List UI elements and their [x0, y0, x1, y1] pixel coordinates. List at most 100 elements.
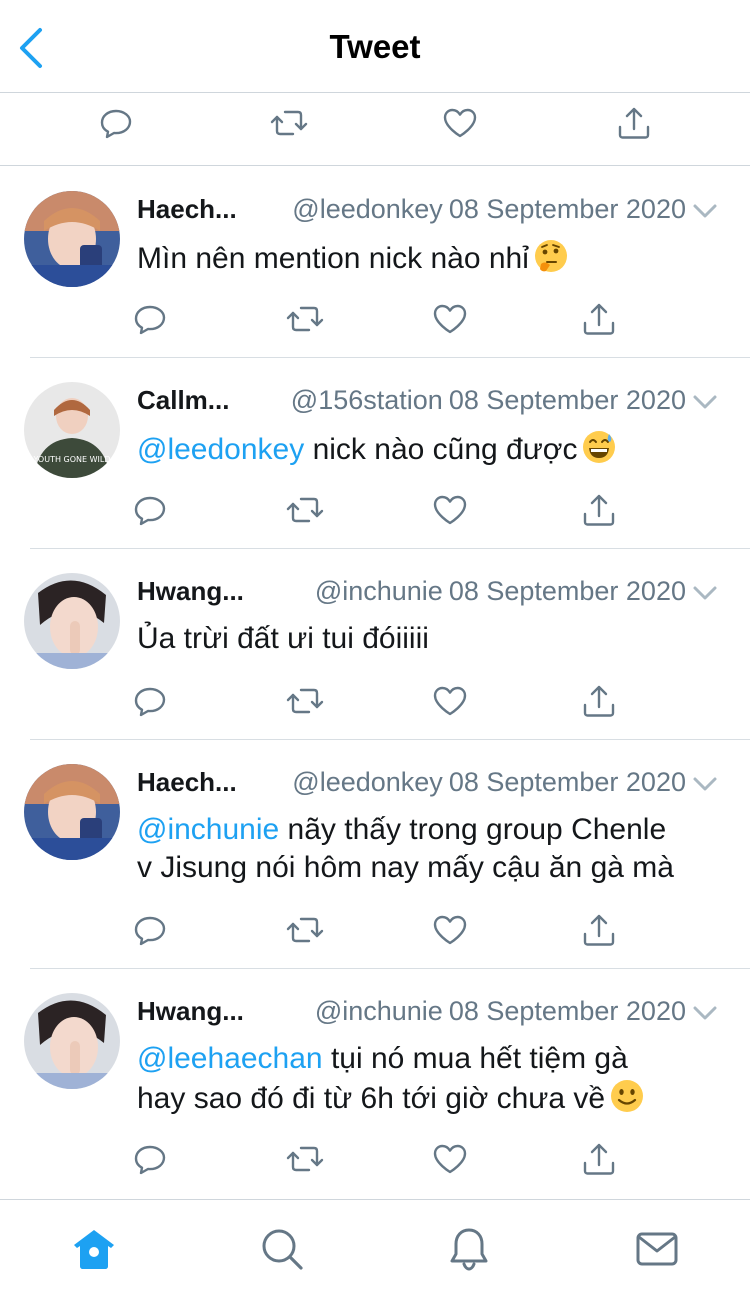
- reply-button[interactable]: [130, 1139, 170, 1179]
- tab-bar: [0, 1199, 750, 1298]
- reply-icon: [134, 687, 166, 717]
- reply-tweet[interactable]: Hwang... @inchunie 08 September 2020 Ủa t…: [0, 548, 750, 740]
- chevron-down-icon[interactable]: [692, 202, 718, 220]
- tweet-meta: @inchunie 08 September 2020: [315, 996, 686, 1027]
- home-icon: [74, 1230, 114, 1269]
- share-button[interactable]: [579, 299, 619, 339]
- tweet-text-line: hay sao đó đi từ 6h tới giờ chưa về: [137, 1082, 606, 1115]
- search-icon: [262, 1229, 303, 1270]
- tweet-date: 08 September 2020: [448, 576, 686, 606]
- retweet-button[interactable]: [285, 910, 325, 950]
- share-icon: [583, 685, 615, 717]
- tweet-text: @inchunie nãy thấy trong group Chenle v …: [137, 811, 737, 887]
- display-name[interactable]: Callm...: [137, 385, 229, 416]
- avatar[interactable]: YOUTH GONE WILD: [24, 382, 120, 478]
- avatar[interactable]: [24, 993, 120, 1089]
- retweet-icon: [286, 306, 324, 332]
- username[interactable]: @leedonkey: [292, 767, 443, 797]
- username[interactable]: @inchunie: [315, 576, 443, 606]
- tweet-text-line: tụi nó mua hết tiệm gà: [322, 1042, 628, 1075]
- username[interactable]: @inchunie: [315, 996, 443, 1026]
- tab-notifications[interactable]: [446, 1226, 492, 1272]
- avatar[interactable]: [24, 764, 120, 860]
- tweet-text-line: nick nào cũng được: [304, 433, 578, 466]
- share-icon: [583, 494, 615, 526]
- notifications-icon: [450, 1228, 488, 1271]
- tab-home[interactable]: [71, 1226, 117, 1272]
- mention-link[interactable]: @leedonkey: [137, 433, 304, 466]
- retweet-icon: [270, 110, 308, 136]
- display-name[interactable]: Hwang...: [137, 576, 244, 607]
- retweet-icon: [286, 1146, 324, 1172]
- share-icon: [583, 303, 615, 335]
- tweet-meta: @156station 08 September 2020: [291, 385, 686, 416]
- reply-icon: [134, 496, 166, 526]
- share-button[interactable]: [579, 1139, 619, 1179]
- tab-messages[interactable]: [634, 1226, 680, 1272]
- like-button[interactable]: [430, 681, 470, 721]
- mention-link[interactable]: @leehaechan: [137, 1042, 323, 1075]
- tweet-text-line: Ủa trừi đất ưi tui đóiiiii: [137, 622, 429, 655]
- tweet-date: 08 September 2020: [448, 767, 686, 797]
- tweet-date: 08 September 2020: [448, 996, 686, 1026]
- reply-icon: [100, 109, 132, 139]
- share-button[interactable]: [614, 103, 654, 143]
- tab-search[interactable]: [259, 1226, 305, 1272]
- reply-icon: [134, 1145, 166, 1175]
- share-button[interactable]: [579, 490, 619, 530]
- chevron-down-icon[interactable]: [692, 393, 718, 411]
- share-button[interactable]: [579, 681, 619, 721]
- page-title: Tweet: [329, 28, 421, 65]
- reply-tweet[interactable]: Hwang... @inchunie 08 September 2020 @lee…: [0, 968, 750, 1199]
- avatar-photo-haechan: [24, 191, 120, 287]
- reply-button[interactable]: [130, 681, 170, 721]
- display-name[interactable]: Hwang...: [137, 996, 244, 1027]
- avatar[interactable]: [24, 191, 120, 287]
- retweet-icon: [286, 688, 324, 714]
- reply-tweet[interactable]: YOUTH GONE WILD Callm... @156station 08 S…: [0, 357, 750, 549]
- tweet-meta: @leedonkey 08 September 2020: [292, 767, 686, 798]
- tweet-text: @leedonkey nick nào cũng được: [137, 429, 737, 469]
- tweet-meta: @leedonkey 08 September 2020: [292, 194, 686, 225]
- main-tweet-actions: [0, 93, 750, 166]
- tweet-text-line: Mìn nên mention nick nào nhỉ: [137, 242, 529, 275]
- tweet-meta: @inchunie 08 September 2020: [315, 576, 686, 607]
- reply-button[interactable]: [130, 490, 170, 530]
- like-button[interactable]: [440, 103, 480, 143]
- like-button[interactable]: [430, 1139, 470, 1179]
- share-icon: [583, 1143, 615, 1175]
- reply-tweet[interactable]: Haech... @leedonkey 08 September 2020 Mìn…: [0, 166, 750, 358]
- like-button[interactable]: [430, 490, 470, 530]
- messages-icon: [636, 1232, 678, 1266]
- reply-button[interactable]: [130, 299, 170, 339]
- like-button[interactable]: [430, 299, 470, 339]
- retweet-button[interactable]: [285, 299, 325, 339]
- reply-button[interactable]: [96, 103, 136, 143]
- display-name[interactable]: Haech...: [137, 194, 237, 225]
- retweet-button[interactable]: [285, 1139, 325, 1179]
- share-icon: [583, 914, 615, 946]
- like-button[interactable]: [430, 910, 470, 950]
- avatar[interactable]: [24, 573, 120, 669]
- mention-link[interactable]: @inchunie: [137, 813, 279, 846]
- reply-tweet[interactable]: Haech... @leedonkey 08 September 2020 @in…: [0, 739, 750, 969]
- share-button[interactable]: [579, 910, 619, 950]
- avatar-photo-hwang: [24, 993, 120, 1089]
- retweet-icon: [286, 917, 324, 943]
- chevron-down-icon[interactable]: [692, 584, 718, 602]
- retweet-icon: [286, 497, 324, 523]
- display-name[interactable]: Haech...: [137, 767, 237, 798]
- retweet-button[interactable]: [285, 490, 325, 530]
- retweet-button[interactable]: [269, 103, 309, 143]
- slightly-smiling-face-emoji: [609, 1078, 645, 1114]
- tweet-text-line: nãy thấy trong group Chenle: [279, 813, 667, 846]
- chevron-down-icon[interactable]: [692, 775, 718, 793]
- shirt-print: YOUTH GONE WILD: [32, 455, 110, 464]
- navigation-bar: Tweet: [0, 0, 750, 93]
- username[interactable]: @leedonkey: [292, 194, 443, 224]
- chevron-down-icon[interactable]: [692, 1004, 718, 1022]
- username[interactable]: @156station: [291, 385, 443, 415]
- reply-button[interactable]: [130, 910, 170, 950]
- retweet-button[interactable]: [285, 681, 325, 721]
- share-icon: [618, 107, 650, 139]
